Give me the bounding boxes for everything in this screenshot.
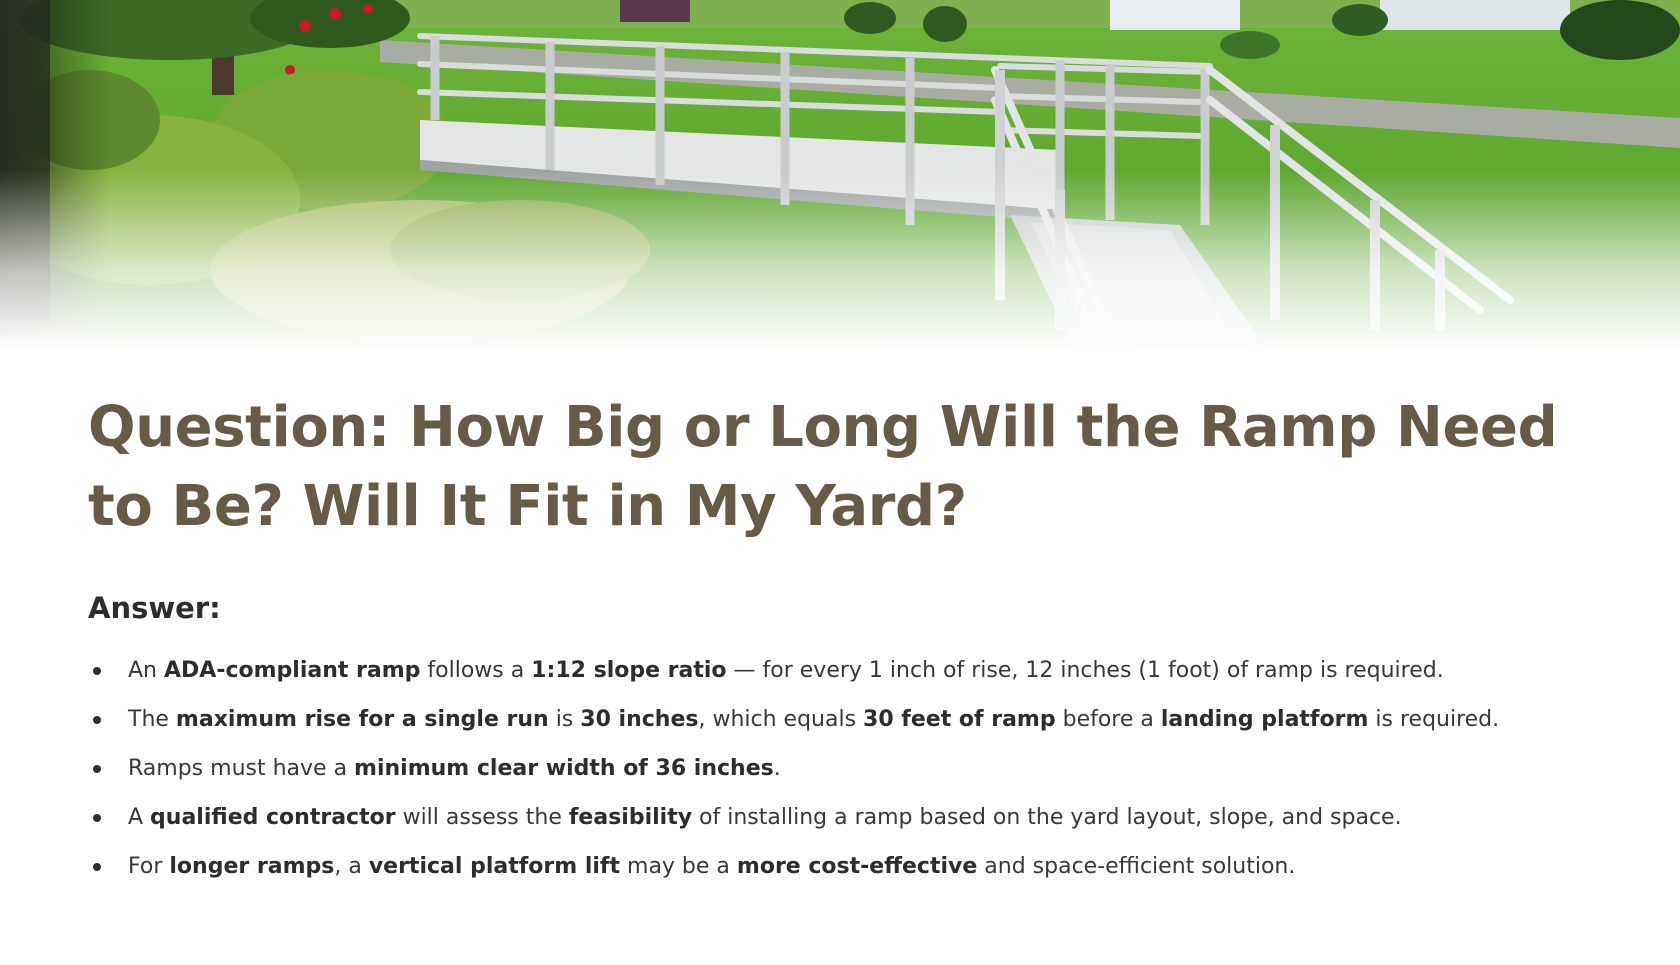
body-text: is required.: [1368, 707, 1500, 732]
body-text: A: [128, 805, 151, 830]
emphasized-text: 30 inches: [580, 707, 699, 732]
body-text: An: [128, 658, 164, 683]
emphasized-text: vertical platform lift: [368, 854, 621, 879]
ramp-yard-illustration: [0, 0, 1680, 350]
answer-label: Answer:: [88, 591, 221, 625]
body-text: Ramps must have a: [128, 756, 355, 781]
emphasized-text: more cost-effective: [736, 854, 978, 879]
bullet-dot-icon: [93, 814, 101, 822]
body-text: before a: [1055, 707, 1161, 732]
answer-list-item: For longer ramps, a vertical platform li…: [88, 852, 1618, 881]
body-text: , which equals: [698, 707, 864, 732]
bullet-dot-icon: [93, 863, 101, 871]
body-text: of installing a ramp based on the yard l…: [692, 805, 1402, 830]
body-text: .: [773, 756, 781, 781]
emphasized-text: feasibility: [568, 805, 693, 830]
body-text: and space-efficient solution.: [977, 854, 1296, 879]
emphasized-text: maximum rise for a single run: [175, 707, 549, 732]
body-text: follows a: [420, 658, 532, 683]
emphasized-text: longer ramps: [169, 854, 335, 879]
page: Question: How Big or Long Will the Ramp …: [0, 0, 1680, 965]
answer-list-item: The maximum rise for a single run is 30 …: [88, 705, 1618, 734]
emphasized-text: ADA-compliant ramp: [164, 658, 421, 683]
body-text: The: [128, 707, 176, 732]
answer-list-item: Ramps must have a minimum clear width of…: [88, 754, 1618, 783]
emphasized-text: 30 feet of ramp: [863, 707, 1056, 732]
hero-image: [0, 0, 1680, 350]
emphasized-text: minimum clear width of 36 inches: [354, 756, 774, 781]
answer-list-item: An ADA-compliant ramp follows a 1:12 slo…: [88, 656, 1618, 685]
page-title: Question: How Big or Long Will the Ramp …: [88, 395, 1558, 539]
body-text: is: [548, 707, 581, 732]
body-text: may be a: [620, 854, 737, 879]
content: Question: How Big or Long Will the Ramp …: [88, 388, 1618, 901]
bullet-dot-icon: [93, 716, 101, 724]
answer-list: An ADA-compliant ramp follows a 1:12 slo…: [88, 656, 1618, 881]
emphasized-text: landing platform: [1160, 707, 1369, 732]
body-text: , a: [334, 854, 369, 879]
emphasized-text: 1:12 slope ratio: [531, 658, 727, 683]
bullet-dot-icon: [93, 667, 101, 675]
body-text: For: [128, 854, 170, 879]
emphasized-text: qualified contractor: [150, 805, 396, 830]
body-text: — for every 1 inch of rise, 12 inches (1…: [726, 658, 1444, 683]
body-text: will assess the: [395, 805, 569, 830]
bullet-dot-icon: [93, 765, 101, 773]
answer-list-item: A qualified contractor will assess the f…: [88, 803, 1618, 832]
